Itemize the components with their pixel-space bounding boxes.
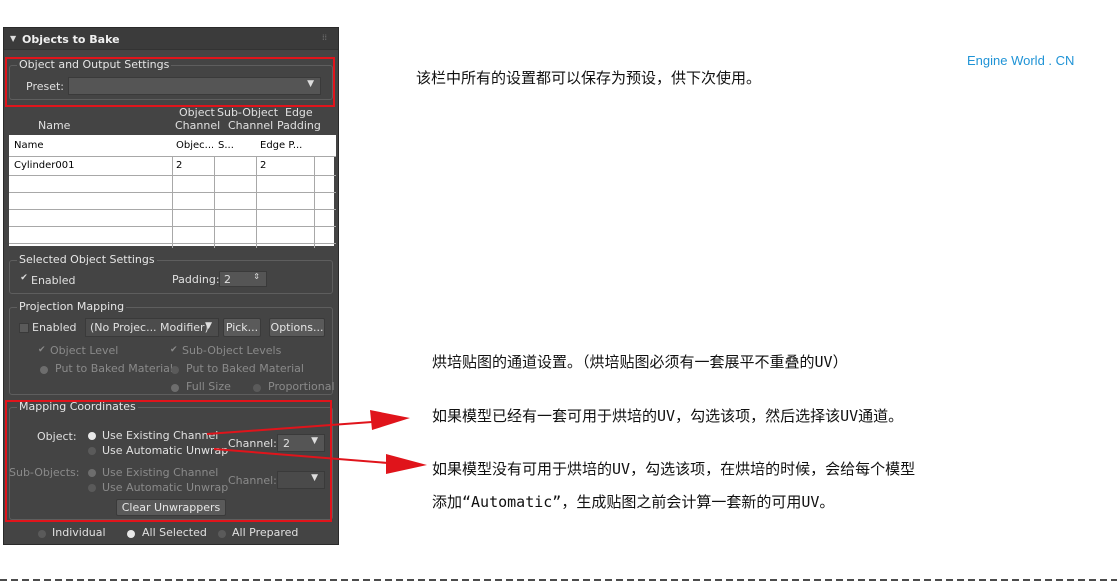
note-existing-channel: 如果模型已经有一套可用于烘培的UV，勾选该项，然后选择该UV通道。 bbox=[432, 407, 904, 425]
full-size-label: Full Size bbox=[186, 380, 231, 393]
header-object-channel-2: Channel bbox=[175, 119, 221, 132]
selected-object-label: Selected Object Settings bbox=[17, 253, 157, 267]
row-object-channel: 2 bbox=[176, 160, 183, 171]
projection-mapping-label: Projection Mapping bbox=[17, 300, 127, 314]
all-selected-radio[interactable] bbox=[127, 530, 135, 538]
note-presets: 该栏中所有的设置都可以保存为预设，供下次使用。 bbox=[416, 69, 762, 87]
padding-spinner[interactable]: 2 ⇕ bbox=[219, 271, 267, 287]
object-level-label: Object Level bbox=[50, 344, 119, 357]
objects-table[interactable]: Name Objec... S... Edge P... Cylinder001… bbox=[8, 134, 336, 248]
projection-enabled-label: Enabled bbox=[32, 321, 77, 334]
individual-label: Individual bbox=[52, 526, 106, 539]
table-row-empty bbox=[9, 227, 336, 244]
table-header-row[interactable]: Name Objec... S... Edge P... bbox=[9, 135, 336, 157]
rollout-header[interactable]: ▼ Objects to Bake ⁞⁞ bbox=[4, 28, 338, 50]
header-edge-padding-1: Edge bbox=[285, 107, 313, 119]
chevron-down-icon: ▼ bbox=[205, 321, 212, 331]
header-subobject-channel-2: Channel bbox=[228, 119, 274, 132]
projection-enabled-checkbox[interactable] bbox=[19, 323, 29, 333]
table-row-empty bbox=[9, 193, 336, 210]
full-size-radio[interactable] bbox=[171, 384, 179, 392]
subobject-levels-label: Sub-Object Levels bbox=[182, 344, 282, 357]
enabled-checkbox[interactable]: ✔ bbox=[19, 274, 29, 284]
proportional-radio[interactable] bbox=[253, 384, 261, 392]
note-automatic-unwrap-line2: 添加“Automatic”，生成贴图之前会计算一套新的可用UV。 bbox=[432, 493, 835, 511]
note-automatic-unwrap-line1: 如果模型没有可用于烘培的UV，勾选该项，在烘培的时候，会给每个模型 bbox=[432, 460, 916, 478]
spinner-arrows-icon[interactable]: ⇕ bbox=[253, 272, 260, 281]
col-name[interactable]: Name bbox=[14, 140, 164, 151]
put-baked-radio-1[interactable] bbox=[40, 366, 48, 374]
collapse-triangle-icon[interactable]: ▼ bbox=[10, 34, 16, 43]
header-name: Name bbox=[38, 119, 71, 132]
put-baked-label-1: Put to Baked Material bbox=[55, 362, 173, 375]
brand-label: Engine World . CN bbox=[967, 53, 1075, 68]
put-baked-radio-2[interactable] bbox=[171, 366, 179, 374]
subobject-levels-check-icon: ✔ bbox=[170, 345, 178, 355]
selected-object-group: Selected Object Settings ✔ Enabled Paddi… bbox=[9, 253, 333, 294]
row-name: Cylinder001 bbox=[14, 160, 75, 171]
projection-mapping-group: Projection Mapping Enabled (No Projec...… bbox=[9, 300, 335, 395]
mapping-coordinates-highlight bbox=[5, 400, 332, 522]
padding-label: Padding: bbox=[172, 273, 220, 286]
header-subobject-channel-1: Sub-Object bbox=[217, 107, 279, 119]
proportional-label: Proportional bbox=[268, 380, 335, 393]
note-channel-settings: 烘培贴图的通道设置。（烘培贴图必须有一套展平不重叠的UV） bbox=[432, 353, 848, 371]
header-object-channel-1: Object bbox=[179, 107, 215, 119]
table-row-empty bbox=[9, 176, 336, 193]
row-edge-padding: 2 bbox=[260, 160, 267, 171]
rollout-title: Objects to Bake bbox=[22, 33, 120, 46]
projection-modifier-dropdown[interactable]: (No Projec... Modifier) ▼ bbox=[85, 318, 219, 337]
grip-icon[interactable]: ⁞⁞ bbox=[322, 33, 327, 42]
enabled-label: Enabled bbox=[31, 274, 76, 287]
all-prepared-label: All Prepared bbox=[232, 526, 299, 539]
col-subobject-channel[interactable]: S... bbox=[218, 140, 252, 151]
col-object-channel[interactable]: Objec... bbox=[176, 140, 213, 151]
header-edge-padding-2: Padding bbox=[277, 119, 321, 132]
projection-modifier-value: (No Projec... Modifier) bbox=[90, 321, 209, 334]
padding-value: 2 bbox=[224, 273, 231, 286]
individual-radio[interactable] bbox=[38, 530, 46, 538]
all-prepared-radio[interactable] bbox=[218, 530, 226, 538]
object-output-highlight bbox=[5, 57, 335, 107]
put-baked-label-2: Put to Baked Material bbox=[186, 362, 304, 375]
object-level-check-icon: ✔ bbox=[38, 345, 46, 355]
options-button[interactable]: Options... bbox=[269, 318, 325, 337]
all-selected-label: All Selected bbox=[142, 526, 207, 539]
col-edge-padding[interactable]: Edge P... bbox=[260, 140, 312, 151]
pick-button[interactable]: Pick... bbox=[223, 318, 261, 337]
table-row[interactable]: Cylinder001 2 2 bbox=[9, 157, 336, 176]
table-row-empty bbox=[9, 210, 336, 227]
